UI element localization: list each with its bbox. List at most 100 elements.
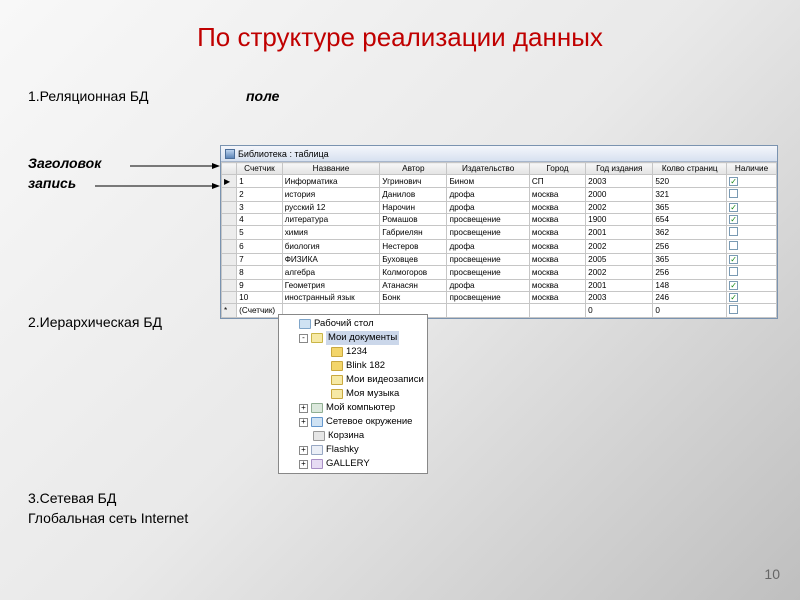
- availability-checkbox[interactable]: [727, 240, 777, 254]
- table-row[interactable]: 8алгебраКолмогоровпросвещениемосква20022…: [222, 266, 777, 280]
- cell: история: [282, 188, 380, 202]
- availability-checkbox[interactable]: ✓: [727, 175, 777, 188]
- cell: 2003: [586, 292, 653, 304]
- expand-toggle-icon[interactable]: -: [299, 334, 308, 343]
- page-number: 10: [764, 566, 780, 582]
- cell: 2002: [586, 240, 653, 254]
- arrow-record-icon: [95, 182, 220, 190]
- arrow-header-icon: [130, 162, 220, 170]
- table-row[interactable]: 2историяДаниловдрофамосква2000321: [222, 188, 777, 202]
- expand-toggle-icon[interactable]: +: [299, 404, 308, 413]
- column-header: Автор: [380, 163, 447, 175]
- row-selector[interactable]: [222, 214, 237, 226]
- cell: 2: [237, 188, 283, 202]
- row-selector[interactable]: [222, 254, 237, 266]
- row-selector[interactable]: [222, 226, 237, 240]
- availability-checkbox[interactable]: ✓: [727, 254, 777, 266]
- cell: [529, 304, 585, 318]
- expand-toggle-icon[interactable]: +: [299, 418, 308, 427]
- tree-node[interactable]: Мои видеозаписи: [281, 373, 427, 387]
- cell: Колмогоров: [380, 266, 447, 280]
- cell: русский 12: [282, 202, 380, 214]
- availability-checkbox[interactable]: ✓: [727, 292, 777, 304]
- cell: 4: [237, 214, 283, 226]
- tree-label: Blink 182: [346, 359, 385, 373]
- cell: 2002: [586, 266, 653, 280]
- cell: Буховцев: [380, 254, 447, 266]
- cell: 5: [237, 226, 283, 240]
- cell: 6: [237, 240, 283, 254]
- cell: иностранный язык: [282, 292, 380, 304]
- cell: москва: [529, 292, 585, 304]
- row-selector[interactable]: [222, 202, 237, 214]
- table-row[interactable]: 6биологияНестеровдрофамосква2002256: [222, 240, 777, 254]
- cell: 2002: [586, 202, 653, 214]
- cell: москва: [529, 280, 585, 292]
- folder-icon: [313, 431, 325, 441]
- cell: 365: [653, 254, 727, 266]
- cell: Ромашов: [380, 214, 447, 226]
- tree-node[interactable]: +Flashky: [281, 443, 427, 457]
- table-row[interactable]: 7ФИЗИКАБуховцевпросвещениемосква2005365✓: [222, 254, 777, 266]
- availability-checkbox[interactable]: [727, 304, 777, 318]
- expand-toggle-icon[interactable]: +: [299, 446, 308, 455]
- tree-node[interactable]: Моя музыка: [281, 387, 427, 401]
- availability-checkbox[interactable]: [727, 188, 777, 202]
- cell: 2001: [586, 226, 653, 240]
- row-selector[interactable]: ▶: [222, 175, 237, 188]
- availability-checkbox[interactable]: [727, 226, 777, 240]
- cell: 3: [237, 202, 283, 214]
- row-selector[interactable]: [222, 266, 237, 280]
- expand-toggle-icon[interactable]: +: [299, 460, 308, 469]
- tree-node[interactable]: +GALLERY: [281, 457, 427, 471]
- table-row[interactable]: 4литератураРомашовпросвещениемосква19006…: [222, 214, 777, 226]
- cell: 0: [653, 304, 727, 318]
- table-row[interactable]: ▶1ИнформатикаУгриновичБиномСП2003520✓: [222, 175, 777, 188]
- cell: 362: [653, 226, 727, 240]
- slide-title: По структуре реализации данных: [0, 0, 800, 53]
- tree-node[interactable]: +Сетевое окружение: [281, 415, 427, 429]
- table-row[interactable]: 10иностранный языкБонкпросвещениемосква2…: [222, 292, 777, 304]
- window-titlebar: Библиотека : таблица: [221, 146, 777, 162]
- tree-label: 1234: [346, 345, 367, 359]
- label-global-internet: Глобальная сеть Internet: [28, 510, 188, 526]
- availability-checkbox[interactable]: ✓: [727, 214, 777, 226]
- cell: 0: [586, 304, 653, 318]
- cell: москва: [529, 226, 585, 240]
- db-table-window: Библиотека : таблица СчетчикНазваниеАвто…: [220, 145, 778, 319]
- cell: 148: [653, 280, 727, 292]
- cell: просвещение: [447, 254, 529, 266]
- db-table: СчетчикНазваниеАвторИздательствоГородГод…: [221, 162, 777, 318]
- row-selector[interactable]: [222, 292, 237, 304]
- row-selector[interactable]: [222, 188, 237, 202]
- availability-checkbox[interactable]: ✓: [727, 202, 777, 214]
- availability-checkbox[interactable]: [727, 266, 777, 280]
- table-row[interactable]: 9ГеометрияАтанасяндрофамосква2001148✓: [222, 280, 777, 292]
- cell: Габриелян: [380, 226, 447, 240]
- column-header: Город: [529, 163, 585, 175]
- tree-label: Мои видеозаписи: [346, 373, 424, 387]
- cell: москва: [529, 202, 585, 214]
- cell: 321: [653, 188, 727, 202]
- cell: москва: [529, 266, 585, 280]
- cell: Информатика: [282, 175, 380, 188]
- cell: 365: [653, 202, 727, 214]
- tree-node[interactable]: 1234: [281, 345, 427, 359]
- table-row[interactable]: 5химияГабриелянпросвещениемосква2001362: [222, 226, 777, 240]
- row-selector[interactable]: [222, 280, 237, 292]
- cell: ФИЗИКА: [282, 254, 380, 266]
- folder-icon: [331, 347, 343, 357]
- column-header: Название: [282, 163, 380, 175]
- cell: Геометрия: [282, 280, 380, 292]
- cell: дрофа: [447, 202, 529, 214]
- availability-checkbox[interactable]: ✓: [727, 280, 777, 292]
- tree-node[interactable]: +Мой компьютер: [281, 401, 427, 415]
- tree-node[interactable]: -Мои документы: [281, 331, 427, 345]
- tree-node[interactable]: Корзина: [281, 429, 427, 443]
- cell: 10: [237, 292, 283, 304]
- tree-node[interactable]: Рабочий стол: [281, 317, 427, 331]
- row-selector[interactable]: [222, 240, 237, 254]
- row-selector[interactable]: *: [222, 304, 237, 318]
- tree-node[interactable]: Blink 182: [281, 359, 427, 373]
- table-row[interactable]: 3русский 12Нарочиндрофамосква2002365✓: [222, 202, 777, 214]
